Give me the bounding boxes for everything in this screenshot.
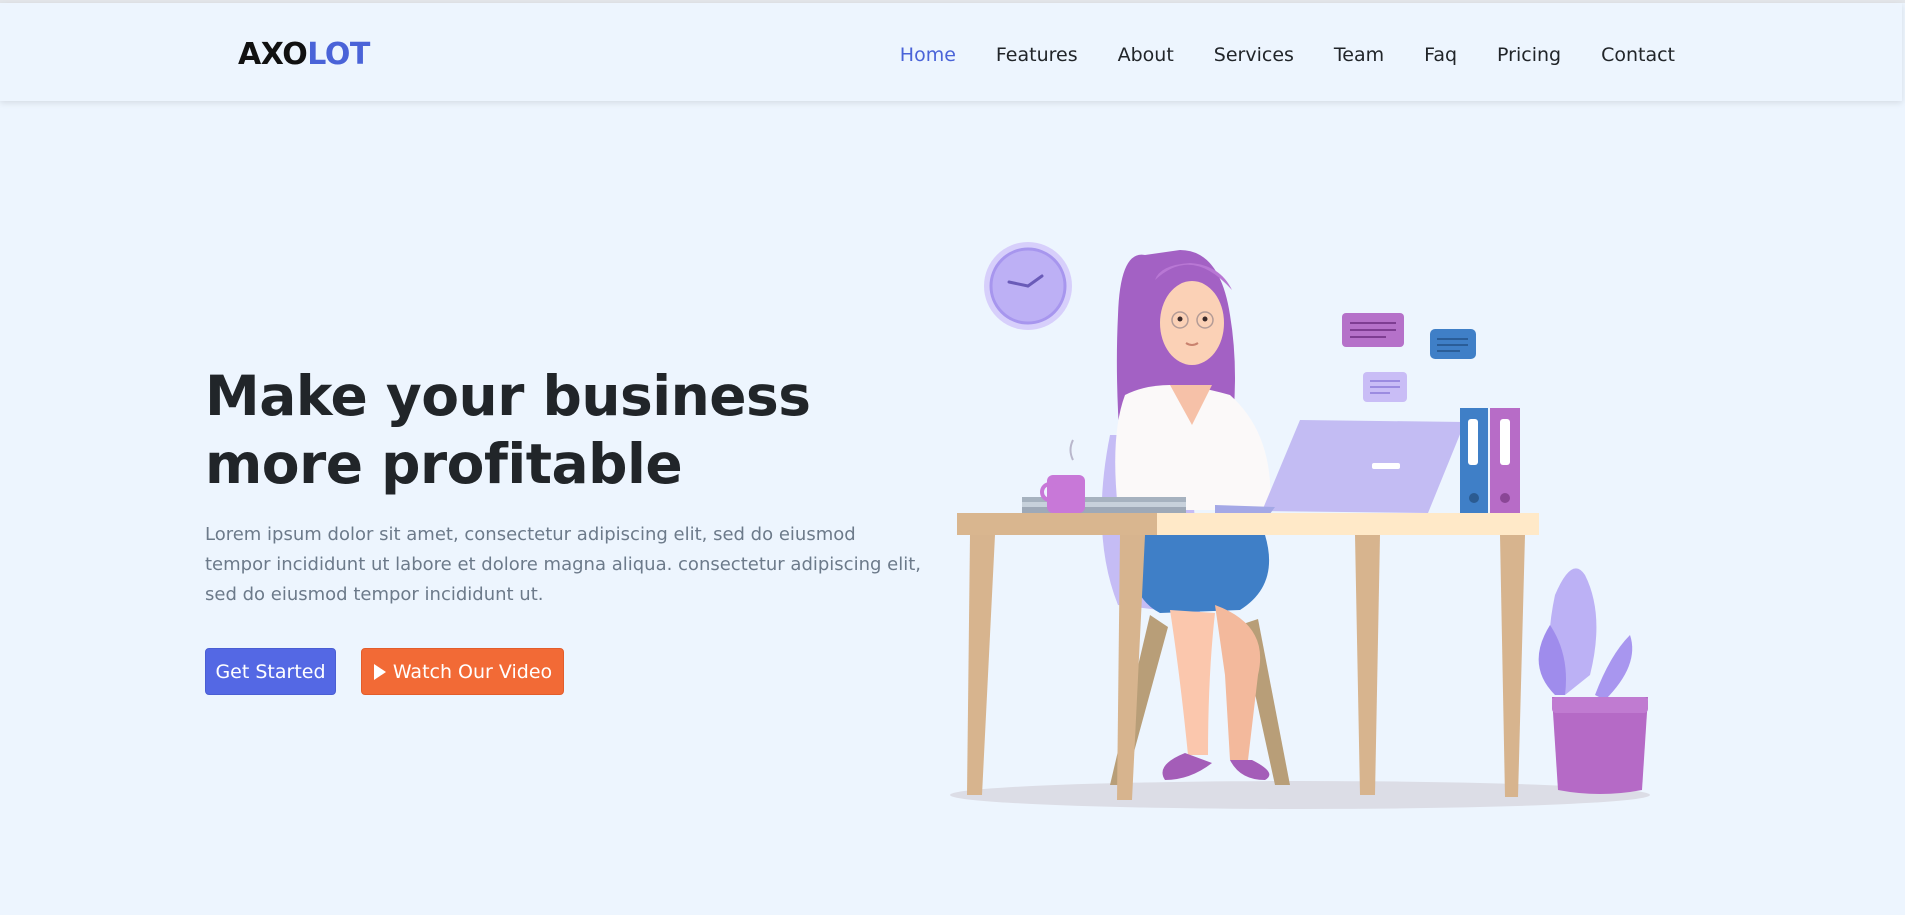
logo[interactable]: AXOLOT — [238, 35, 370, 75]
hero-description: Lorem ipsum dolor sit amet, consectetur … — [205, 524, 921, 605]
nav-menu: Home Features About Services Team Faq Pr… — [900, 41, 1675, 69]
nav-link-features[interactable]: Features — [996, 41, 1078, 69]
nav-link-contact[interactable]: Contact — [1601, 41, 1675, 69]
nav-link-pricing[interactable]: Pricing — [1497, 41, 1561, 69]
woman-at-desk-illustration — [950, 242, 1650, 809]
nav-link-team[interactable]: Team — [1334, 41, 1384, 69]
navbar: AXOLOT Home Features About Services Team… — [0, 3, 1902, 101]
logo-part-1: AXO — [238, 37, 308, 72]
nav-link-home[interactable]: Home — [900, 41, 956, 69]
play-icon — [373, 663, 386, 680]
get-started-label: Get Started — [215, 660, 326, 683]
nav-link-about[interactable]: About — [1118, 41, 1174, 69]
hero-title: Make your business more profitable — [205, 364, 811, 496]
logo-part-2: LOT — [307, 37, 370, 72]
get-started-button[interactable]: Get Started — [205, 648, 336, 695]
watch-video-label: Watch Our Video — [392, 660, 553, 683]
nav-link-faq[interactable]: Faq — [1424, 41, 1457, 69]
clock-icon — [984, 242, 1072, 330]
watch-video-button[interactable]: Watch Our Video — [361, 648, 564, 695]
chat-bubble-icons — [1342, 313, 1476, 402]
nav-link-services[interactable]: Services — [1214, 41, 1294, 69]
